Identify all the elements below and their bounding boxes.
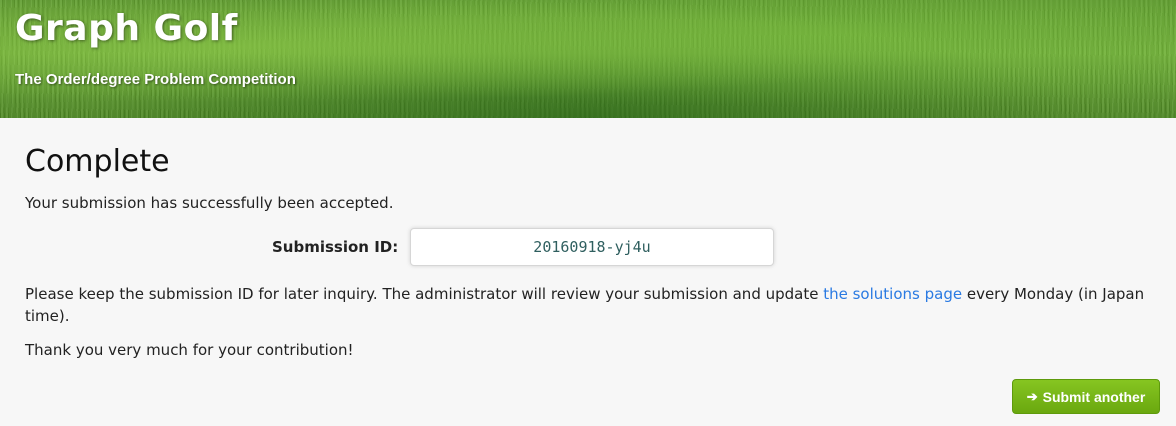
info-paragraph: Please keep the submission ID for later … [25, 283, 1145, 327]
submission-id-field[interactable]: 20160918-yj4u [410, 228, 774, 266]
page-title: Complete [25, 144, 170, 179]
submission-id-label: Submission ID: [272, 238, 399, 256]
site-title[interactable]: Graph Golf [15, 8, 238, 49]
header-banner: Graph Golf The Order/degree Problem Comp… [0, 0, 1176, 118]
main-content: Complete Your submission has successfull… [0, 118, 1176, 361]
thanks-message: Thank you very much for your contributio… [25, 341, 354, 359]
info-text-before: Please keep the submission ID for later … [25, 285, 824, 303]
arrow-right-icon: ➔ [1026, 388, 1038, 404]
submission-id-row: Submission ID: 20160918-yj4u [25, 228, 1151, 268]
submit-another-label: Submit another [1042, 388, 1146, 405]
accepted-message: Your submission has successfully been ac… [25, 194, 394, 212]
submit-another-button[interactable]: ➔ Submit another [1012, 379, 1160, 414]
solutions-page-link[interactable]: the solutions page [823, 285, 962, 303]
site-subtitle: The Order/degree Problem Competition [15, 71, 296, 88]
